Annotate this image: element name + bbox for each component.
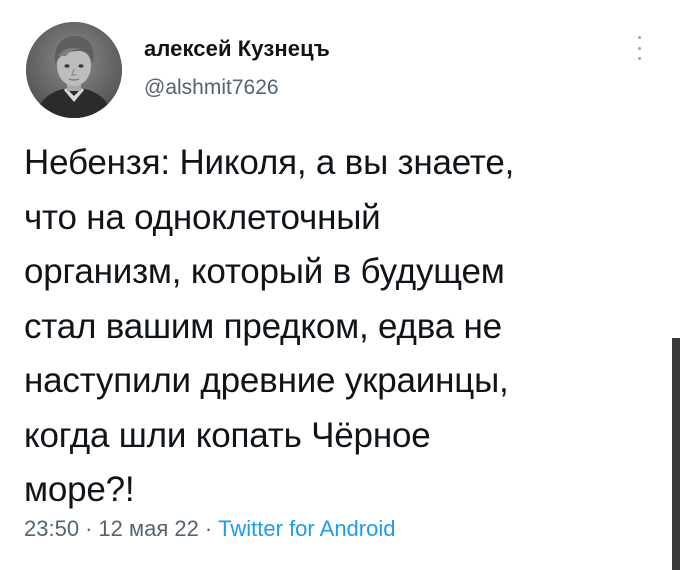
dot (637, 36, 641, 39)
tweet-time[interactable]: 23:50 (24, 516, 79, 541)
tweet-card: алексей Кузнецъ @alshmit7626 Небензя: Ни… (0, 0, 680, 570)
separator: · (204, 516, 213, 541)
tweet-text-line: когда шли копать Чёрное (24, 415, 431, 455)
dot (637, 46, 641, 50)
separator: · (85, 516, 93, 541)
tweet-text: Небензя: Николя, а вы знаете, что на одн… (24, 136, 654, 518)
avatar[interactable] (26, 22, 122, 118)
scrollbar[interactable] (672, 338, 680, 570)
tweet-date[interactable]: 12 мая 22 (98, 516, 198, 541)
more-options-icon[interactable] (632, 36, 646, 60)
tweet-text-line: наступили древние украинцы, (24, 361, 509, 400)
user-avatar-icon (26, 22, 122, 118)
tweet-text-line: организм, который в будущем (24, 252, 505, 291)
tweet-text-line: Небензя: Николя, а вы знаете, (24, 143, 515, 182)
author-handle[interactable]: @alshmit7626 (144, 76, 279, 100)
tweet-metadata: 23:50 · 12 мая 22 · Twitter for Android (24, 516, 395, 542)
tweet-text-line: море?! (24, 470, 135, 509)
tweet-text-line: стал вашим предком, едва не (24, 306, 502, 346)
tweet-source-link[interactable]: Twitter for Android (218, 516, 395, 541)
dot (637, 57, 641, 60)
author-display-name[interactable]: алексей Кузнецъ (144, 36, 330, 62)
tweet-text-line: что на одноклеточный (24, 197, 381, 237)
